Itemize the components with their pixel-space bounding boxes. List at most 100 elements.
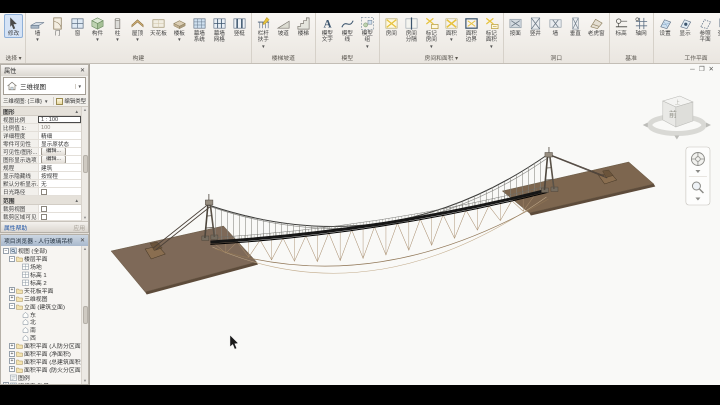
project-browser-close-icon[interactable]: ✕	[80, 238, 85, 244]
browser-tree-item[interactable]: +面积平面 (总建筑面积)	[1, 357, 81, 365]
browser-scrollbar[interactable]: ▲▼	[81, 246, 88, 384]
view-filter-dropdown-icon[interactable]: ▼	[44, 99, 48, 104]
ribbon-button-floor[interactable]: 楼板▼	[170, 14, 189, 44]
browser-tree-item[interactable]: +面积平面 (防火分区面积)	[1, 365, 81, 373]
property-value[interactable]: 显示原状态	[38, 140, 81, 147]
navigation-bar[interactable]	[686, 147, 710, 205]
edit-button[interactable]: 编辑...	[41, 148, 66, 155]
ribbon-panel-label[interactable]: 模型	[318, 52, 377, 63]
browser-tree-item[interactable]: −楼层平面	[1, 255, 81, 263]
ribbon-button-stair[interactable]: 楼梯	[294, 14, 313, 38]
ribbon-button-door[interactable]: 门	[48, 14, 67, 38]
scroll-down-icon[interactable]: ▼	[83, 216, 87, 220]
property-value[interactable]	[38, 205, 81, 212]
property-value[interactable]: 编辑...	[38, 148, 81, 155]
ribbon-button-railing[interactable]: 栏杆 扶手▼	[254, 14, 273, 50]
browser-tree-item[interactable]: −立面 (建筑立面)	[1, 302, 81, 310]
checkbox[interactable]	[41, 206, 47, 212]
apply-button[interactable]: 应用	[73, 223, 85, 232]
expand-icon[interactable]: +	[9, 366, 15, 372]
3d-view-canvas[interactable]: 前上	[90, 64, 720, 385]
ribbon-button-wall[interactable]: 墙▼	[28, 14, 47, 44]
browser-tree-item[interactable]: +明细表/数量	[1, 381, 81, 385]
type-selector-dropdown-icon[interactable]: ▼	[75, 84, 83, 89]
scroll-up-icon[interactable]: ▲	[83, 108, 87, 112]
ribbon-panel-label[interactable]: 房间和面积 ▾	[382, 52, 501, 63]
browser-tree-item[interactable]: 标高 2	[1, 279, 81, 287]
browser-tree-item[interactable]: 北	[1, 318, 81, 326]
properties-close-icon[interactable]: ✕	[80, 68, 85, 74]
checkbox[interactable]	[41, 189, 47, 195]
expand-icon[interactable]: +	[9, 295, 15, 301]
ribbon-button-mgroup[interactable]: 模型 组▼	[358, 14, 377, 50]
ribbon-button-wpref[interactable]: 参照 平面	[696, 14, 715, 45]
ribbon-panel-label[interactable]: 工作平面	[656, 52, 720, 63]
ribbon-button-window[interactable]: 窗	[68, 14, 87, 38]
restore-icon[interactable]: ❐	[699, 67, 705, 74]
section-collapse-icon[interactable]: ▲	[75, 109, 79, 114]
type-selector[interactable]: 三维视图 ▼	[3, 77, 86, 95]
scroll-thumb[interactable]	[83, 155, 88, 173]
browser-tree-item[interactable]: 标高 1	[1, 271, 81, 279]
terrain-right[interactable]	[502, 162, 655, 216]
ribbon-button-mline[interactable]: 模型 线	[338, 14, 357, 45]
ribbon-panel-label[interactable]: 楼梯坡道	[254, 52, 313, 63]
property-value[interactable]: 1 : 100	[38, 116, 81, 123]
expand-icon[interactable]: +	[9, 358, 15, 364]
scroll-down-icon[interactable]: ▼	[83, 379, 87, 383]
collapse-icon[interactable]: −	[9, 256, 15, 262]
ribbon-button-wallopen[interactable]: 墙	[546, 14, 565, 38]
collapse-icon[interactable]: −	[3, 248, 9, 254]
bridge-deck[interactable]	[210, 190, 547, 244]
ribbon-button-component[interactable]: 构件▼	[88, 14, 107, 44]
browser-tree-item[interactable]: +三维视图	[1, 294, 81, 302]
ribbon-button-tagroom[interactable]: 标记 房间▼	[422, 14, 441, 50]
minimize-icon[interactable]: ─	[690, 67, 695, 74]
ribbon-button-mullion[interactable]: 竖梃	[230, 14, 249, 38]
ribbon-button-griddatum[interactable]: 轴网	[632, 14, 651, 38]
ribbon-button-roof[interactable]: 屋顶▼	[128, 14, 147, 44]
ribbon-button-curtainsys[interactable]: 幕墙 系统	[190, 14, 209, 45]
browser-tree-item[interactable]: 图例	[1, 373, 81, 381]
browser-tree-item[interactable]: 南	[1, 326, 81, 334]
browser-tree-item[interactable]: +面积平面 (净面积)	[1, 350, 81, 358]
property-value[interactable]	[38, 213, 81, 220]
ribbon-button-room[interactable]: 房间	[382, 14, 401, 38]
view-filter-value[interactable]: 三维视图: {三维}	[3, 97, 42, 105]
ribbon-panel-label[interactable]: 构建	[28, 52, 249, 63]
edit-button[interactable]: 编辑...	[41, 156, 66, 163]
browser-tree-item[interactable]: 东	[1, 310, 81, 318]
drawing-area[interactable]: 前上 ─ ❐ ✕	[90, 64, 720, 385]
view-cube[interactable]: 前上	[643, 96, 711, 140]
property-value[interactable]	[38, 188, 81, 195]
ribbon-button-level[interactable]: 标高	[612, 14, 631, 38]
expand-icon[interactable]: +	[3, 382, 9, 385]
ribbon-button-areabnd[interactable]: 面积 边界	[462, 14, 481, 45]
ribbon-button-openface[interactable]: 按面	[506, 14, 525, 38]
ribbon-panel-label[interactable]: 基准	[612, 52, 651, 63]
property-value[interactable]: 精细	[38, 132, 81, 139]
expand-icon[interactable]: +	[9, 351, 15, 357]
section-collapse-icon[interactable]: ▲	[75, 198, 79, 203]
ribbon-panel-label[interactable]: 洞口	[506, 52, 607, 63]
ribbon-button-cursor[interactable]: 修改	[4, 14, 23, 38]
browser-tree-item[interactable]: 西	[1, 334, 81, 342]
expand-icon[interactable]: +	[9, 287, 15, 293]
ribbon-button-curtaingrid[interactable]: 幕墙 网格	[210, 14, 229, 45]
ribbon-button-wpshow[interactable]: 显示	[676, 14, 695, 38]
property-value[interactable]: 按规程	[38, 172, 81, 179]
ribbon-button-roomsep[interactable]: 房间 分隔	[402, 14, 421, 45]
ribbon-panel-label[interactable]: 选择 ▾	[4, 52, 23, 63]
property-value[interactable]: 无	[38, 180, 81, 187]
ribbon-button-viewer[interactable]: 查看器	[716, 14, 720, 38]
ribbon-button-ramp[interactable]: 坡道	[274, 14, 293, 38]
scroll-thumb[interactable]	[83, 306, 88, 324]
browser-tree-item[interactable]: +天花板平面	[1, 286, 81, 294]
browser-tree-item[interactable]: −视图 (全部)	[1, 247, 81, 255]
ribbon-button-tagarea[interactable]: 标记 面积▼	[482, 14, 501, 50]
ribbon-button-ceiling[interactable]: 天花板	[148, 14, 169, 38]
collapse-icon[interactable]: −	[9, 303, 15, 309]
checkbox[interactable]	[41, 214, 47, 220]
ribbon-button-dormer[interactable]: 老虎窗	[586, 14, 607, 38]
properties-scrollbar[interactable]: ▲▼	[81, 107, 88, 221]
